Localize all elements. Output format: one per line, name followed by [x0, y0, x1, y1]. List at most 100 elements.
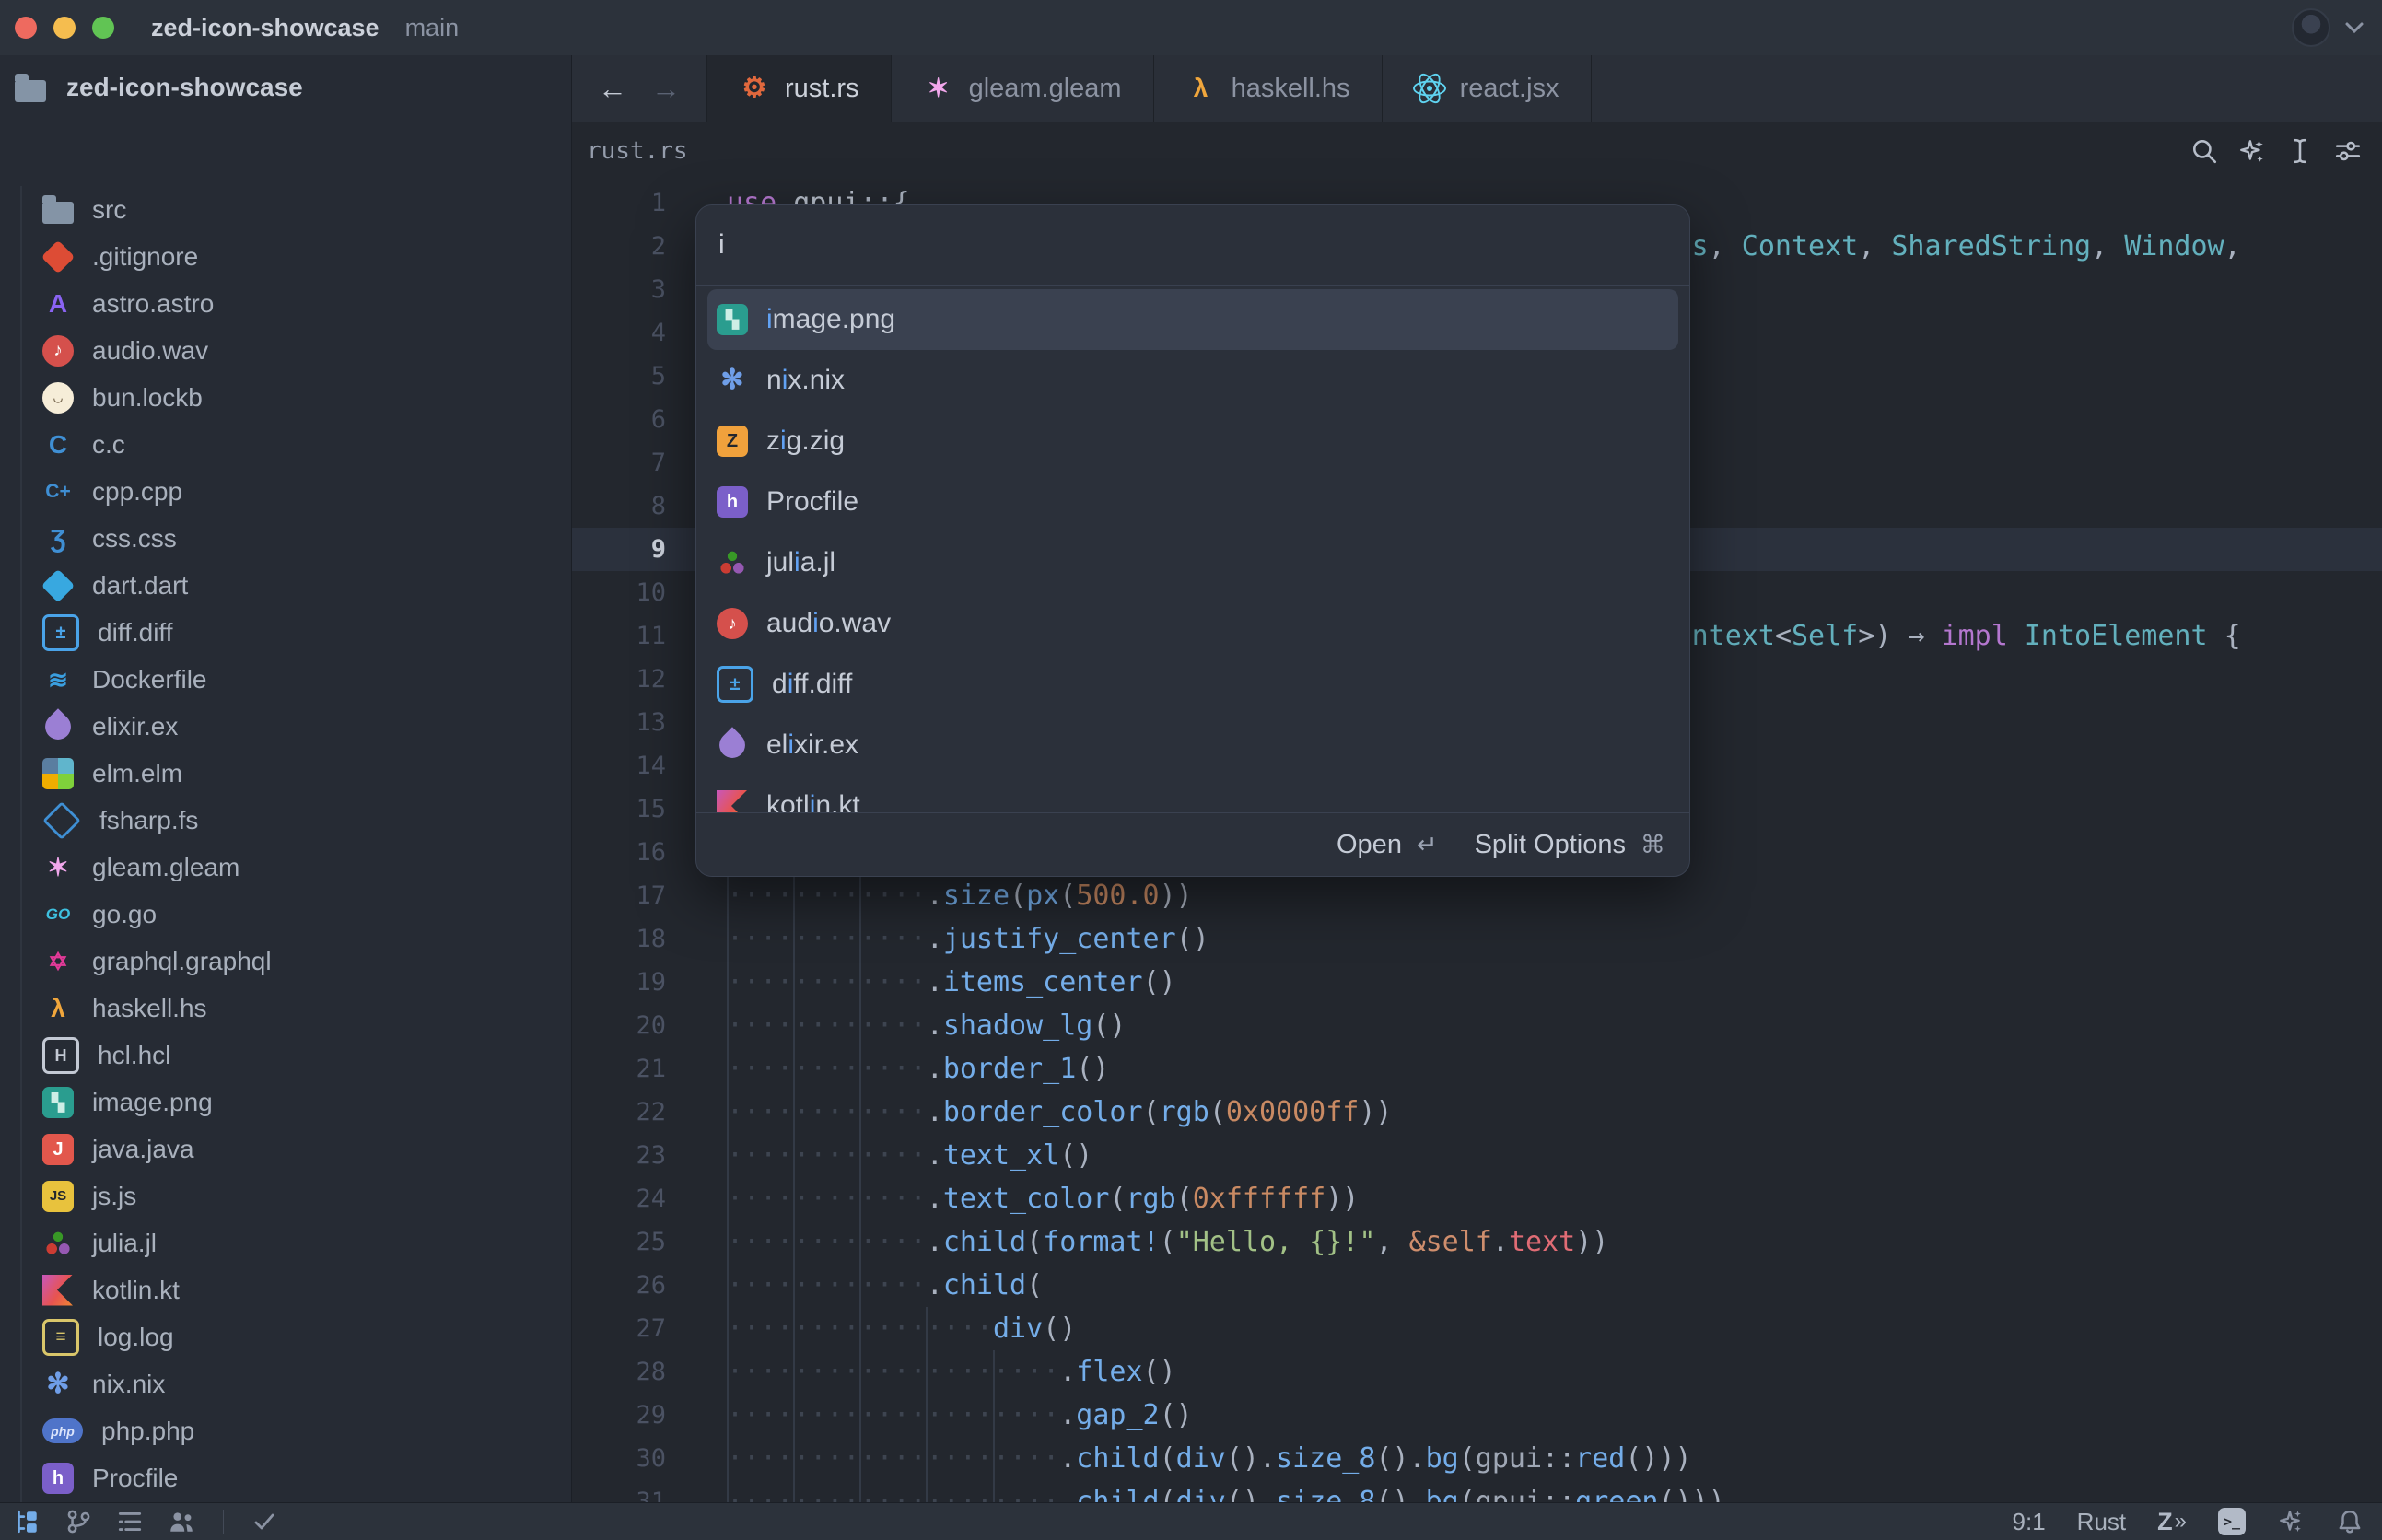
code-line: ············.child( [727, 1264, 2382, 1307]
c-icon: C [42, 429, 74, 461]
line-number: 26 [572, 1264, 666, 1307]
file-row[interactable]: ±diff.diff [0, 609, 571, 656]
line-number: 30 [572, 1437, 666, 1480]
git-branch-icon[interactable] [64, 1508, 92, 1535]
minimize-window-button[interactable] [53, 17, 76, 39]
file-row[interactable]: elm.elm [0, 750, 571, 797]
file-row[interactable]: kotlin.kt [0, 1266, 571, 1313]
file-finder-result[interactable]: ±diff.diff [707, 654, 1678, 715]
tab-bar: ← → ⚙rust.rs✶gleam.gleamλhaskell.hsreact… [572, 55, 2382, 122]
file-row[interactable]: C+cpp.cpp [0, 468, 571, 515]
file-finder-result[interactable]: Zzig.zig [707, 411, 1678, 472]
file-label: log.log [98, 1323, 174, 1352]
folder-icon [42, 202, 74, 224]
file-row[interactable]: phpphp.php [0, 1407, 571, 1454]
file-finder-result[interactable]: ▚image.png [707, 289, 1678, 350]
project-root-label: zed-icon-showcase [66, 73, 303, 102]
file-finder-input[interactable]: i [696, 205, 1689, 286]
file-row[interactable]: .gitignore [0, 233, 571, 280]
result-filename: nix.nix [766, 365, 845, 396]
edit-prediction-zeta-icon[interactable]: Z» [2157, 1508, 2187, 1536]
tab-react.jsx[interactable]: react.jsx [1383, 55, 1592, 122]
file-row[interactable]: elixir.ex [0, 703, 571, 750]
notifications-bell-icon[interactable] [2336, 1508, 2364, 1535]
avatar[interactable] [2292, 8, 2330, 47]
file-label: audio.wav [92, 336, 208, 366]
chevron-down-icon[interactable] [2343, 20, 2365, 35]
titlebar: zed-icon-showcase main [0, 0, 2382, 56]
file-finder-result[interactable]: ♪audio.wav [707, 593, 1678, 654]
file-label: dart.dart [92, 571, 188, 601]
project-panel: zed-icon-showcase src .gitignoreAastro.as… [0, 55, 572, 1503]
file-row[interactable]: ▚image.png [0, 1079, 571, 1126]
breadcrumb-file[interactable]: rust.rs [587, 137, 688, 165]
file-row[interactable]: Ʒcss.css [0, 515, 571, 562]
tab-rust.rs[interactable]: ⚙rust.rs [707, 55, 892, 122]
file-row[interactable]: Hhcl.hcl [0, 1032, 571, 1079]
file-finder-modal: i ▚image.png✻nix.nixZzig.zighProcfilejul… [695, 204, 1690, 877]
file-row[interactable]: JSjs.js [0, 1172, 571, 1219]
file-row[interactable]: ≋Dockerfile [0, 656, 571, 703]
php-icon: php [42, 1418, 83, 1443]
language-selector[interactable]: Rust [2077, 1508, 2126, 1536]
project-root-row[interactable]: zed-icon-showcase [0, 55, 571, 120]
file-finder-result[interactable]: elixir.ex [707, 715, 1678, 776]
file-finder-result[interactable]: kotlin.kt [707, 776, 1678, 812]
file-row[interactable]: ♪audio.wav [0, 327, 571, 374]
file-row[interactable]: hProcfile [0, 1454, 571, 1501]
file-row[interactable]: ✻nix.nix [0, 1360, 571, 1407]
search-icon[interactable] [2190, 137, 2218, 165]
file-label: Dockerfile [92, 665, 206, 694]
file-row[interactable]: Cc.c [0, 421, 571, 468]
result-filename: diff.diff [772, 669, 852, 700]
collab-icon[interactable] [168, 1508, 195, 1535]
file-row[interactable]: Aastro.astro [0, 280, 571, 327]
file-row[interactable]: ✶gleam.gleam [0, 844, 571, 891]
line-number: 15 [572, 788, 666, 831]
line-number-gutter: 1234567891011121314151617181920212223242… [572, 181, 666, 1503]
line-number: 10 [572, 571, 666, 614]
file-label: src [92, 195, 126, 225]
file-finder-result[interactable]: julia.jl [707, 532, 1678, 593]
diagnostics-check-icon[interactable] [251, 1509, 277, 1534]
file-finder-result[interactable]: hProcfile [707, 472, 1678, 532]
assistant-sparkles-icon[interactable] [2238, 137, 2266, 165]
navigate-back-button[interactable]: ← [598, 72, 627, 106]
cursor-position[interactable]: 9:1 [2013, 1508, 2046, 1536]
project-panel-icon[interactable] [13, 1508, 41, 1535]
tab-gleam.gleam[interactable]: ✶gleam.gleam [892, 55, 1154, 122]
zoom-window-button[interactable] [92, 17, 114, 39]
file-label: kotlin.kt [92, 1276, 180, 1305]
file-row[interactable]: Jjava.java [0, 1126, 571, 1172]
file-label: c.c [92, 430, 125, 460]
file-row[interactable]: src [0, 186, 571, 233]
tab-haskell.hs[interactable]: λhaskell.hs [1154, 55, 1383, 122]
assistant-sparkles-icon[interactable] [2277, 1508, 2305, 1535]
file-row[interactable]: julia.jl [0, 1219, 571, 1266]
file-finder-result[interactable]: ✻nix.nix [707, 350, 1678, 411]
open-button[interactable]: Open ↵ [1337, 830, 1438, 860]
inline-cursor-icon[interactable] [2286, 137, 2314, 165]
terminal-icon[interactable]: >_ [2218, 1508, 2246, 1535]
git-branch-label[interactable]: main [405, 14, 460, 42]
navigate-forward-button[interactable]: → [651, 72, 681, 106]
editor-settings-icon[interactable] [2334, 137, 2362, 165]
result-filename: kotlin.kt [766, 790, 860, 812]
close-window-button[interactable] [15, 17, 37, 39]
file-row[interactable]: GOgo.go [0, 891, 571, 938]
project-title[interactable]: zed-icon-showcase [151, 14, 379, 42]
file-row[interactable]: λhaskell.hs [0, 985, 571, 1032]
react-icon [1414, 73, 1445, 104]
line-number: 20 [572, 1004, 666, 1047]
split-options-button[interactable]: Split Options ⌘ [1475, 830, 1665, 860]
line-number: 9 [572, 528, 666, 571]
gleam-icon: ✶ [923, 73, 954, 104]
file-label: elm.elm [92, 759, 182, 788]
file-row[interactable]: ◡bun.lockb [0, 374, 571, 421]
file-row[interactable]: ≡log.log [0, 1313, 571, 1360]
file-row[interactable]: dart.dart [0, 562, 571, 609]
file-label: bun.lockb [92, 383, 203, 413]
outline-icon[interactable] [116, 1508, 144, 1535]
file-row[interactable]: ✡graphql.graphql [0, 938, 571, 985]
file-row[interactable]: fsharp.fs [0, 797, 571, 844]
